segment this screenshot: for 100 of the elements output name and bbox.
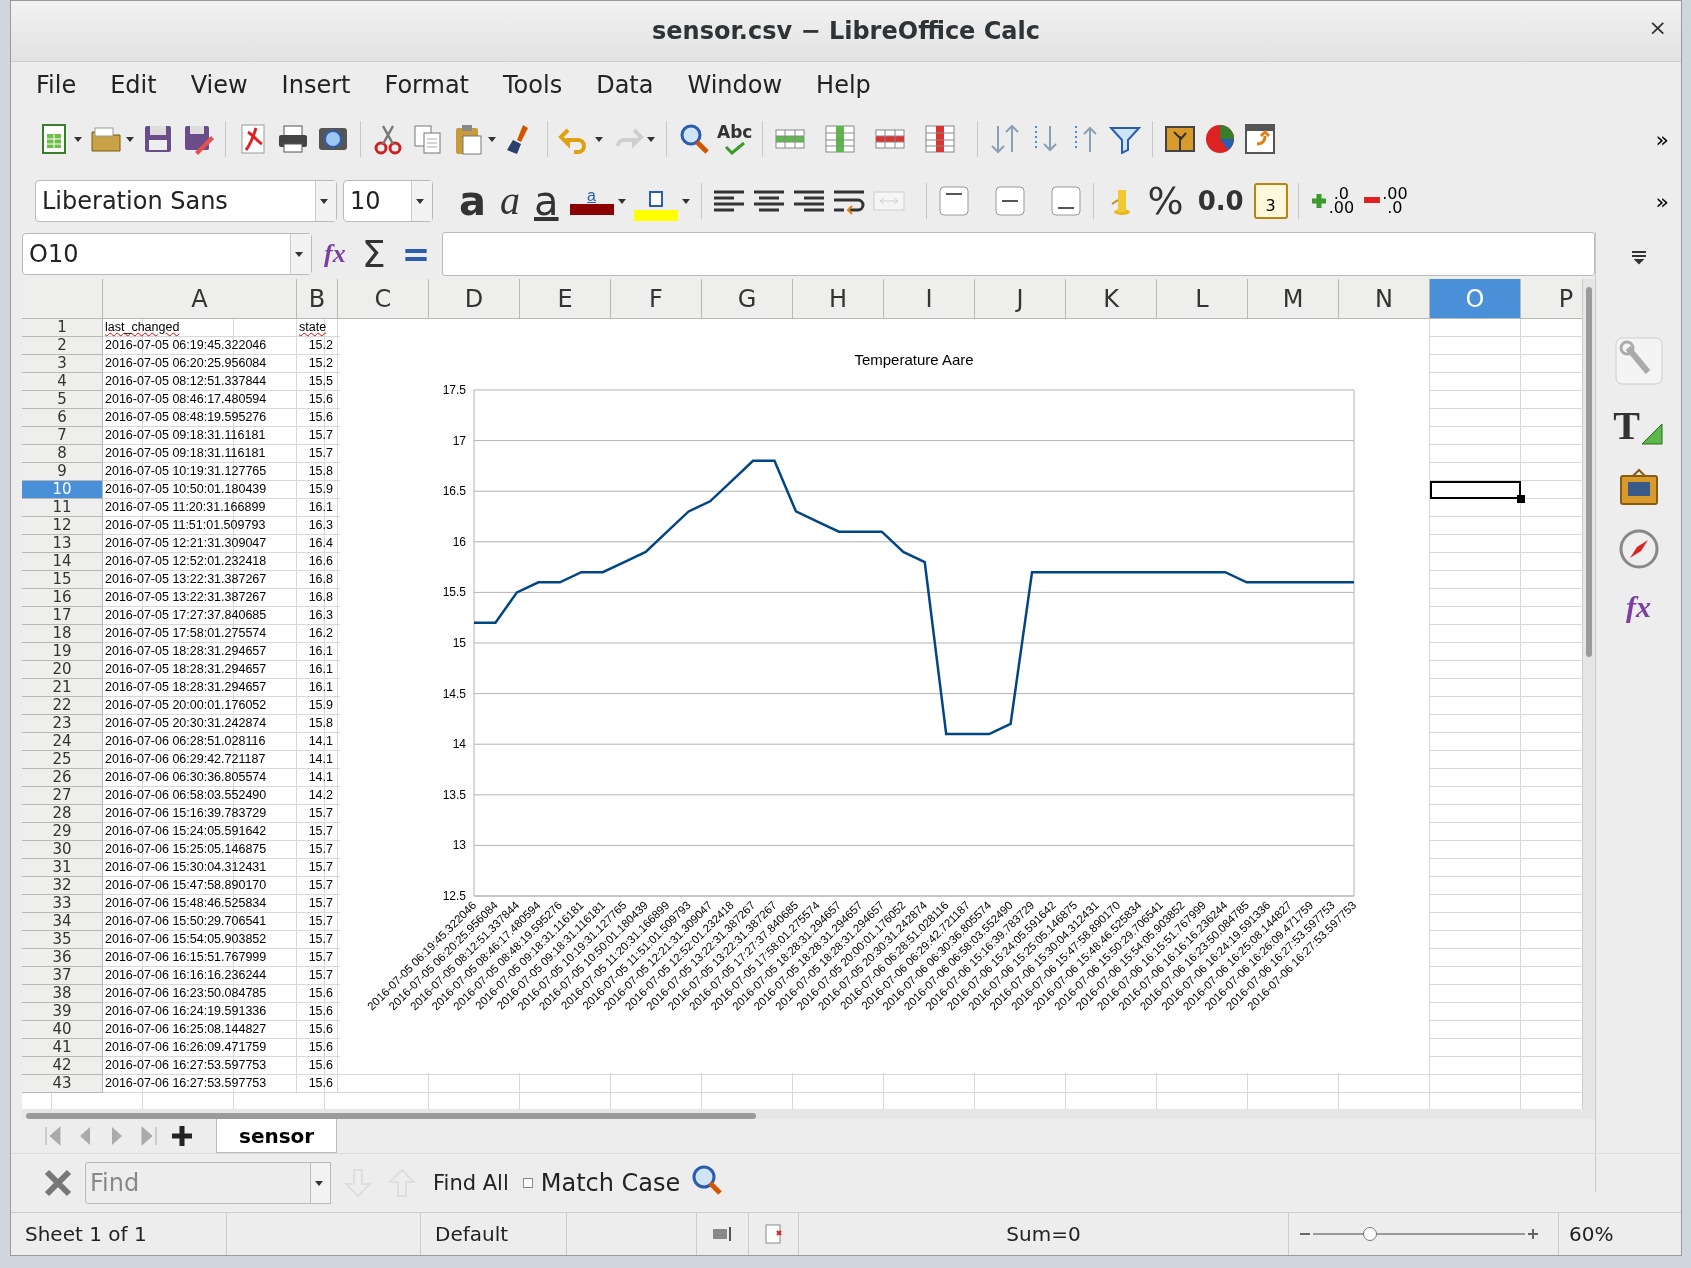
zoom-in-plus-icon[interactable] (1527, 1228, 1539, 1240)
caret-icon[interactable] (680, 197, 691, 205)
row-header[interactable]: 13 (22, 535, 103, 553)
menu-item[interactable]: File (19, 69, 94, 101)
printer-icon[interactable] (276, 122, 310, 156)
scrollbar[interactable] (22, 1109, 1595, 1119)
caret-icon[interactable] (616, 197, 627, 205)
font-name-combo[interactable]: Liberation Sans (35, 180, 337, 222)
row-header[interactable]: 31 (22, 859, 103, 877)
row-header[interactable]: 43 (22, 1075, 103, 1093)
pivot-table-icon[interactable] (1243, 122, 1278, 156)
row-header[interactable]: 20 (22, 661, 103, 679)
bold-button[interactable]: a (455, 183, 490, 219)
menu-item[interactable]: Edit (93, 69, 174, 101)
row-header[interactable]: 35 (22, 931, 103, 949)
styles-button[interactable]: T (1613, 406, 1640, 446)
selection-mode-icon[interactable] (711, 1224, 733, 1244)
caret-icon[interactable] (646, 135, 656, 143)
caret-icon[interactable] (487, 135, 497, 143)
compass-icon[interactable] (1617, 528, 1660, 570)
font-size-combo[interactable]: 10 (343, 180, 433, 222)
percent-format-button[interactable]: % (1143, 179, 1188, 223)
toolbar-overflow-button[interactable]: » (1655, 126, 1669, 152)
row-header[interactable]: 6 (22, 409, 103, 427)
close-button[interactable]: × (1648, 15, 1667, 40)
add-decimal-button[interactable]: .0 .00 (1308, 187, 1357, 215)
row-header[interactable]: 30 (22, 841, 103, 859)
row-header[interactable]: 19 (22, 643, 103, 661)
font-color-button[interactable]: a (568, 187, 615, 215)
row-header[interactable]: 16 (22, 589, 103, 607)
row-header[interactable]: 14 (22, 553, 103, 571)
sheet-tab[interactable]: sensor (216, 1119, 338, 1153)
row-header[interactable]: 8 (22, 445, 103, 463)
row-header[interactable]: 1 (22, 319, 103, 337)
row-header[interactable]: 3 (22, 355, 103, 373)
align-middle-icon[interactable] (992, 184, 1027, 218)
scrollbar[interactable] (1582, 279, 1595, 1109)
menu-item[interactable]: Help (799, 69, 888, 101)
row-header[interactable]: 26 (22, 769, 103, 787)
italic-button[interactable]: a (496, 183, 524, 219)
row-header[interactable]: 32 (22, 877, 103, 895)
menu-item[interactable]: View (173, 69, 265, 101)
menu-item[interactable]: Data (579, 69, 671, 101)
align-bottom-icon[interactable] (1048, 184, 1083, 218)
row-header[interactable]: 12 (22, 517, 103, 535)
menu-item[interactable]: Tools (486, 69, 580, 101)
date-format-button[interactable]: 3 (1253, 183, 1288, 219)
row-header[interactable]: 23 (22, 715, 103, 733)
row-header[interactable]: 5 (22, 391, 103, 409)
row-header[interactable]: 33 (22, 895, 103, 913)
caret-icon[interactable] (73, 135, 83, 143)
row-header[interactable]: 25 (22, 751, 103, 769)
row-header[interactable]: 24 (22, 733, 103, 751)
row-header[interactable]: 37 (22, 967, 103, 985)
document-modified-icon[interactable] (763, 1223, 785, 1245)
caret-icon[interactable] (294, 250, 304, 258)
find-field[interactable]: Find (85, 1162, 311, 1204)
sum-button[interactable]: Σ (357, 232, 390, 276)
row-header[interactable]: 41 (22, 1039, 103, 1057)
row-header[interactable]: 4 (22, 373, 103, 391)
row-header[interactable]: 28 (22, 805, 103, 823)
row-header[interactable]: 18 (22, 625, 103, 643)
number-format-button[interactable]: 0.0 (1193, 186, 1248, 216)
row-header[interactable]: 21 (22, 679, 103, 697)
menu-item[interactable]: Window (670, 69, 800, 101)
gallery-icon[interactable] (1617, 466, 1660, 508)
dropdown-button[interactable] (311, 1162, 331, 1204)
row-header[interactable]: 15 (22, 571, 103, 589)
row-header[interactable]: 40 (22, 1021, 103, 1039)
row-header[interactable]: 34 (22, 913, 103, 931)
toolbar-overflow-button[interactable]: » (1655, 188, 1669, 214)
find-all-button[interactable]: Find All (429, 1171, 513, 1195)
row-header[interactable]: 29 (22, 823, 103, 841)
menu-item[interactable]: Insert (264, 69, 368, 101)
spellcheck-button[interactable]: Abc (717, 123, 753, 155)
row-header[interactable]: 42 (22, 1057, 103, 1075)
functions-button[interactable]: fx (1626, 590, 1651, 624)
row-header[interactable]: 22 (22, 697, 103, 715)
align-top-icon[interactable] (936, 184, 971, 218)
caret-icon[interactable] (125, 135, 135, 143)
formula-button[interactable]: = (397, 234, 435, 274)
row-header[interactable]: 17 (22, 607, 103, 625)
row-header[interactable]: 36 (22, 949, 103, 967)
caret-icon[interactable] (319, 197, 329, 205)
menu-item[interactable]: Format (367, 69, 487, 101)
row-header[interactable]: 39 (22, 1003, 103, 1021)
name-box[interactable]: O10 (22, 233, 312, 275)
formula-input-field[interactable] (442, 232, 1595, 276)
caret-icon[interactable] (313, 1179, 324, 1187)
caret-icon[interactable] (594, 135, 604, 143)
delete-decimal-button[interactable]: .00 .0 (1362, 187, 1410, 215)
caret-icon[interactable] (415, 197, 425, 205)
row-header[interactable]: 7 (22, 427, 103, 445)
row-header[interactable]: 38 (22, 985, 103, 1003)
row-header[interactable]: 11 (22, 499, 103, 517)
function-wizard-button[interactable]: fx (320, 239, 350, 269)
match-case-checkbox[interactable] (522, 1178, 533, 1188)
row-header[interactable]: 2 (22, 337, 103, 355)
row-header[interactable]: 9 (22, 463, 103, 481)
underline-button[interactable]: a (530, 183, 563, 219)
